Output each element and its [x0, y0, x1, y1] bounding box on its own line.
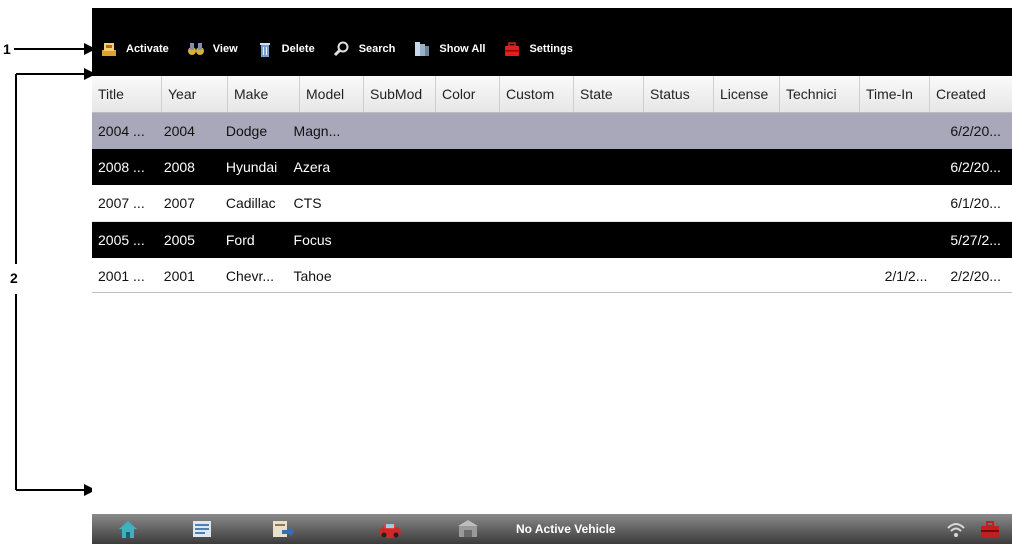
- show-all-button[interactable]: Show All: [413, 40, 485, 58]
- callout-label-1: 1: [3, 41, 11, 57]
- settings-button[interactable]: Settings: [503, 40, 573, 58]
- toolbar: Activate View Delete Search Show All Set…: [92, 8, 1012, 76]
- device-screen: Activate View Delete Search Show All Set…: [92, 8, 1012, 544]
- column-header-technician[interactable]: Technici: [780, 76, 860, 112]
- column-header-created[interactable]: Created: [930, 76, 1002, 112]
- cell-created: 2/2/20...: [950, 268, 1001, 284]
- data-manager-icon[interactable]: [190, 518, 214, 540]
- column-header-customer[interactable]: Custom: [500, 76, 574, 112]
- home-icon[interactable]: [116, 518, 140, 540]
- show-all-icon: [413, 40, 431, 58]
- cell-make: Hyundai: [225, 159, 278, 175]
- table-row[interactable]: 2001 ... 2001 Chevr... Tahoe 2/1/2... 2/…: [92, 258, 1012, 295]
- trash-icon: [256, 40, 274, 58]
- cell-make: Cadillac: [225, 195, 276, 211]
- cell-title: 2001 ...: [98, 268, 145, 284]
- column-header-submodel[interactable]: SubMod: [364, 76, 436, 112]
- callout-label-2: 2: [10, 270, 18, 286]
- cell-year: 2008: [163, 159, 195, 175]
- delete-label: Delete: [281, 43, 315, 55]
- delete-button[interactable]: Delete: [256, 40, 315, 58]
- cell-year: 2005: [163, 232, 195, 248]
- cell-year: 2001: [163, 268, 195, 284]
- activate-button[interactable]: Activate: [100, 40, 169, 58]
- column-header-status[interactable]: Status: [644, 76, 714, 112]
- search-label: Search: [358, 43, 396, 55]
- cell-title: 2005 ...: [98, 232, 145, 248]
- vehicle-icon[interactable]: [378, 518, 402, 540]
- cell-created: 5/27/2...: [950, 232, 1001, 248]
- cell-created: 6/2/20...: [950, 159, 1001, 175]
- bottom-toolbar: No Active Vehicle: [92, 514, 1012, 544]
- column-header-make[interactable]: Make: [228, 76, 300, 112]
- column-header-title[interactable]: Title: [92, 76, 162, 112]
- table-header: Title Year Make Model SubMod Color Custo…: [92, 76, 1012, 113]
- activate-icon: [100, 40, 118, 58]
- cell-make: Chevr...: [225, 268, 275, 284]
- cell-make: Ford: [225, 232, 255, 248]
- cell-created: 6/2/20...: [950, 123, 1001, 139]
- cell-title: 2007 ...: [98, 195, 145, 211]
- table-row[interactable]: 2007 ... 2007 Cadillac CTS 6/1/20...: [92, 185, 1012, 222]
- table-row[interactable]: 2008 ... 2008 Hyundai Azera 6/2/20...: [92, 149, 1012, 185]
- export-icon[interactable]: [270, 518, 294, 540]
- search-button[interactable]: Search: [333, 40, 396, 58]
- search-icon: [333, 40, 351, 58]
- settings-label: Settings: [529, 43, 573, 55]
- cell-time-in: 2/1/2...: [884, 268, 928, 284]
- cell-year: 2004: [163, 123, 195, 139]
- cell-model: Tahoe: [293, 268, 332, 284]
- toolbox-icon[interactable]: [978, 518, 1002, 540]
- column-header-state[interactable]: State: [574, 76, 644, 112]
- cell-model: CTS: [293, 195, 322, 211]
- view-button[interactable]: View: [187, 40, 238, 58]
- cell-year: 2007: [163, 195, 195, 211]
- table-row[interactable]: 2005 ... 2005 Ford Focus 5/27/2...: [92, 222, 1012, 258]
- activate-label: Activate: [126, 43, 169, 55]
- toolbox-icon: [503, 40, 521, 58]
- cell-model: Magn...: [293, 123, 341, 139]
- column-header-model[interactable]: Model: [300, 76, 364, 112]
- vehicle-status-text: No Active Vehicle: [516, 522, 616, 536]
- cell-model: Focus: [293, 232, 332, 248]
- cell-created: 6/1/20...: [950, 195, 1001, 211]
- column-header-year[interactable]: Year: [162, 76, 228, 112]
- shop-icon[interactable]: [456, 518, 480, 540]
- cell-make: Dodge: [225, 123, 268, 139]
- list-empty-area: [92, 292, 1012, 507]
- binoculars-icon: [187, 40, 205, 58]
- show-all-label: Show All: [439, 43, 486, 55]
- vehicle-record-list: 2004 ... 2004 Dodge Magn... 6/2/20... 20…: [92, 113, 1012, 295]
- cell-title: 2008 ...: [98, 159, 145, 175]
- column-header-color[interactable]: Color: [436, 76, 500, 112]
- column-header-time-in[interactable]: Time-In: [860, 76, 930, 112]
- column-header-license[interactable]: License: [714, 76, 780, 112]
- cell-model: Azera: [293, 159, 331, 175]
- view-label: View: [212, 43, 238, 55]
- manual-figure: 1 2 Activate View Delete Search Show All…: [0, 0, 1012, 544]
- wifi-icon[interactable]: [944, 518, 968, 540]
- table-row[interactable]: 2004 ... 2004 Dodge Magn... 6/2/20...: [92, 113, 1012, 149]
- cell-title: 2004 ...: [98, 123, 145, 139]
